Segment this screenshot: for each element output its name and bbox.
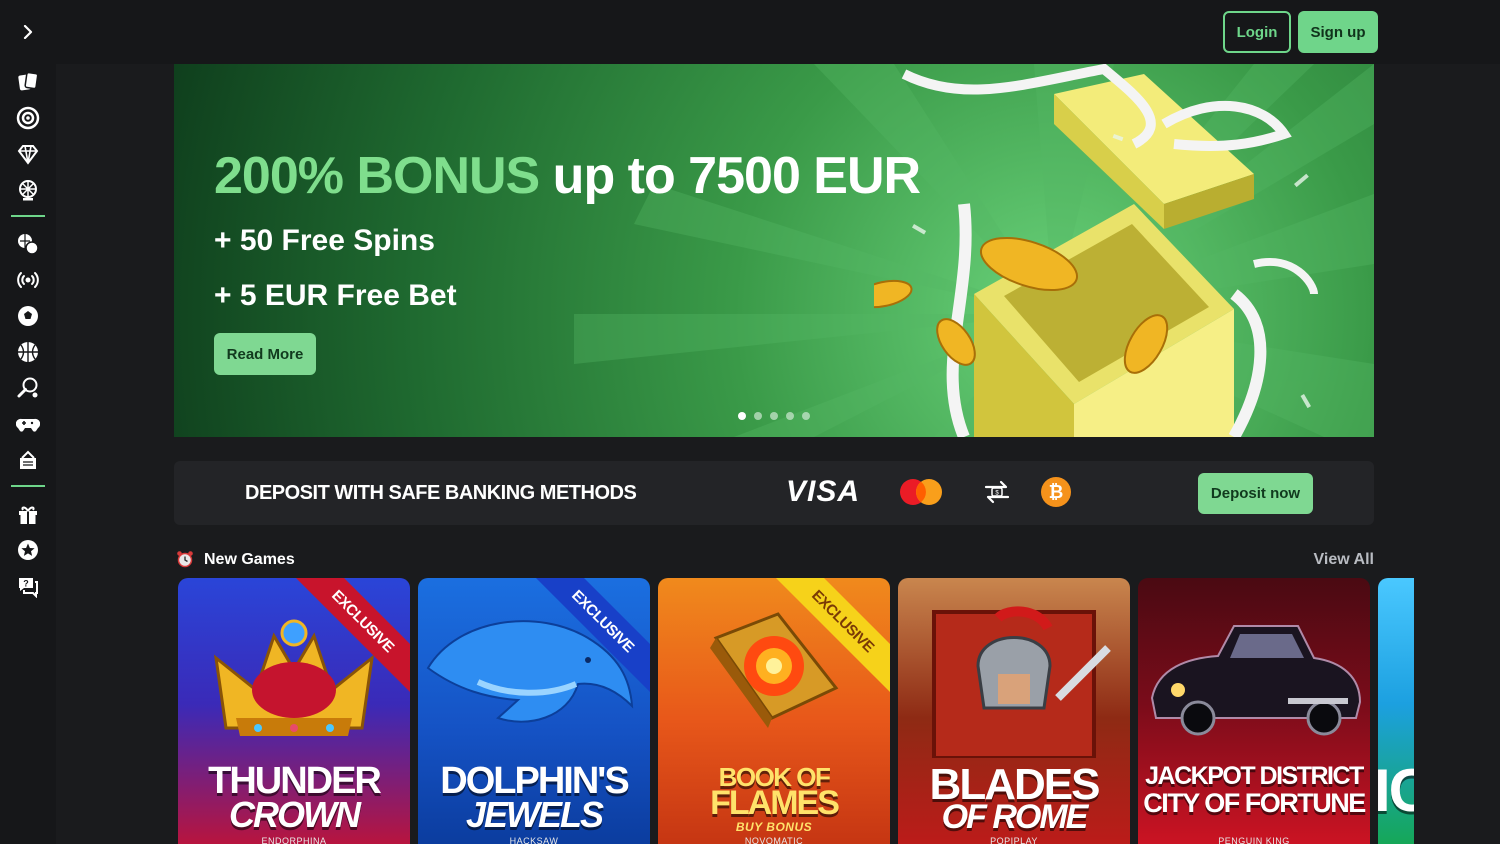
sidebar-divider xyxy=(11,485,45,487)
game-subtitle: CITY OF FORTUNE xyxy=(1143,788,1366,818)
game-subtitle: CROWN xyxy=(229,794,361,835)
car-art xyxy=(1150,625,1362,736)
game-buy-bonus: BUY BONUS xyxy=(735,820,813,834)
ticket-icon[interactable] xyxy=(14,446,42,474)
tennis-icon[interactable] xyxy=(14,374,42,402)
chevron-right-icon[interactable] xyxy=(14,20,42,44)
bank-transfer-icon: $ xyxy=(984,480,1010,504)
alarm-clock-icon xyxy=(177,551,193,568)
dolphin-art xyxy=(426,620,634,723)
game-subtitle: FLAMES xyxy=(710,784,840,822)
game-card-book-of-flames[interactable]: EXCLUSIVE BOOK OF FLAMES BUY BONUS NOVOM… xyxy=(658,578,890,844)
sidebar: ? xyxy=(0,64,56,844)
deposit-title: DEPOSIT WITH SAFE BANKING METHODS xyxy=(245,482,637,504)
gift-icon[interactable] xyxy=(14,500,42,528)
banner-headline-accent: 200% BONUS xyxy=(214,147,540,205)
deposit-strip: DEPOSIT WITH SAFE BANKING METHODS VISA $… xyxy=(174,461,1374,525)
gift-box-illustration xyxy=(874,64,1318,437)
roulette-icon[interactable] xyxy=(14,104,42,132)
game-provider: HACKSAW xyxy=(509,836,559,844)
crown-art xyxy=(213,619,375,736)
carousel-dot[interactable] xyxy=(754,412,762,420)
game-card-jackpot-district[interactable]: JACKPOT DISTRICT CITY OF FORTUNE PENGUIN… xyxy=(1138,578,1370,844)
game-card-blades-of-rome[interactable]: BLADES OF ROME POPIPLAY xyxy=(898,578,1130,844)
cards-icon[interactable] xyxy=(14,68,42,96)
promo-banner[interactable]: 200% BONUS up to 7500 EUR + 50 Free Spin… xyxy=(174,64,1374,437)
basketball-icon[interactable] xyxy=(14,338,42,366)
book-art xyxy=(710,612,839,728)
deposit-now-button[interactable]: Deposit now xyxy=(1198,473,1313,514)
game-title: IC xyxy=(1378,757,1414,824)
game-card-dolphins-jewels[interactable]: EXCLUSIVE DOLPHIN'S JEWELS HACKSAW xyxy=(418,578,650,844)
banner-free-spins: + 50 Free Spins xyxy=(214,224,435,257)
carousel-dots xyxy=(738,412,810,420)
login-button[interactable]: Login xyxy=(1223,11,1291,53)
game-card-partial[interactable]: IC xyxy=(1378,578,1414,844)
game-subtitle: JEWELS xyxy=(465,794,604,835)
game-provider: ENDORPHINA xyxy=(261,836,327,844)
banner-free-bet: + 5 EUR Free Bet xyxy=(214,279,457,312)
bitcoin-icon: ₿ xyxy=(1041,477,1071,507)
star-icon[interactable] xyxy=(14,536,42,564)
gamepad-icon[interactable] xyxy=(14,410,42,438)
mastercard-icon xyxy=(900,479,942,505)
live-icon[interactable] xyxy=(14,266,42,294)
sidebar-divider xyxy=(11,215,45,217)
sports-icon[interactable] xyxy=(14,230,42,258)
carousel-dot[interactable] xyxy=(770,412,778,420)
game-provider: POPIPLAY xyxy=(990,836,1038,844)
new-games-header: New Games View All xyxy=(174,548,1374,572)
view-all-link[interactable]: View All xyxy=(1314,551,1374,569)
svg-text:?: ? xyxy=(23,579,29,589)
wheel-icon[interactable] xyxy=(14,176,42,204)
game-subtitle: OF ROME xyxy=(941,798,1089,836)
soccer-icon[interactable] xyxy=(14,302,42,330)
carousel-dot[interactable] xyxy=(738,412,746,420)
read-more-button[interactable]: Read More xyxy=(214,333,316,375)
carousel-dot[interactable] xyxy=(802,412,810,420)
banner-headline: 200% BONUS up to 7500 EUR xyxy=(214,146,921,206)
new-games-row: EXCLUSIVE THUNDER CROWN ENDORPHINA EXCLU… xyxy=(178,578,1414,844)
signup-button[interactable]: Sign up xyxy=(1298,11,1378,53)
game-provider: PENGUIN KING xyxy=(1218,836,1290,844)
banner-headline-rest: up to 7500 EUR xyxy=(539,147,921,205)
gladiator-art xyxy=(932,606,1111,758)
new-games-title: New Games xyxy=(204,551,295,568)
game-card-thunder-crown[interactable]: EXCLUSIVE THUNDER CROWN ENDORPHINA xyxy=(178,578,410,844)
diamond-icon[interactable] xyxy=(14,140,42,168)
carousel-dot[interactable] xyxy=(786,412,794,420)
visa-logo: VISA xyxy=(786,475,861,508)
top-bar: Login Sign up xyxy=(0,0,1500,64)
help-chat-icon[interactable]: ? xyxy=(14,572,42,600)
game-provider: NOVOMATIC xyxy=(744,836,804,844)
game-title: JACKPOT DISTRICT xyxy=(1145,762,1364,790)
